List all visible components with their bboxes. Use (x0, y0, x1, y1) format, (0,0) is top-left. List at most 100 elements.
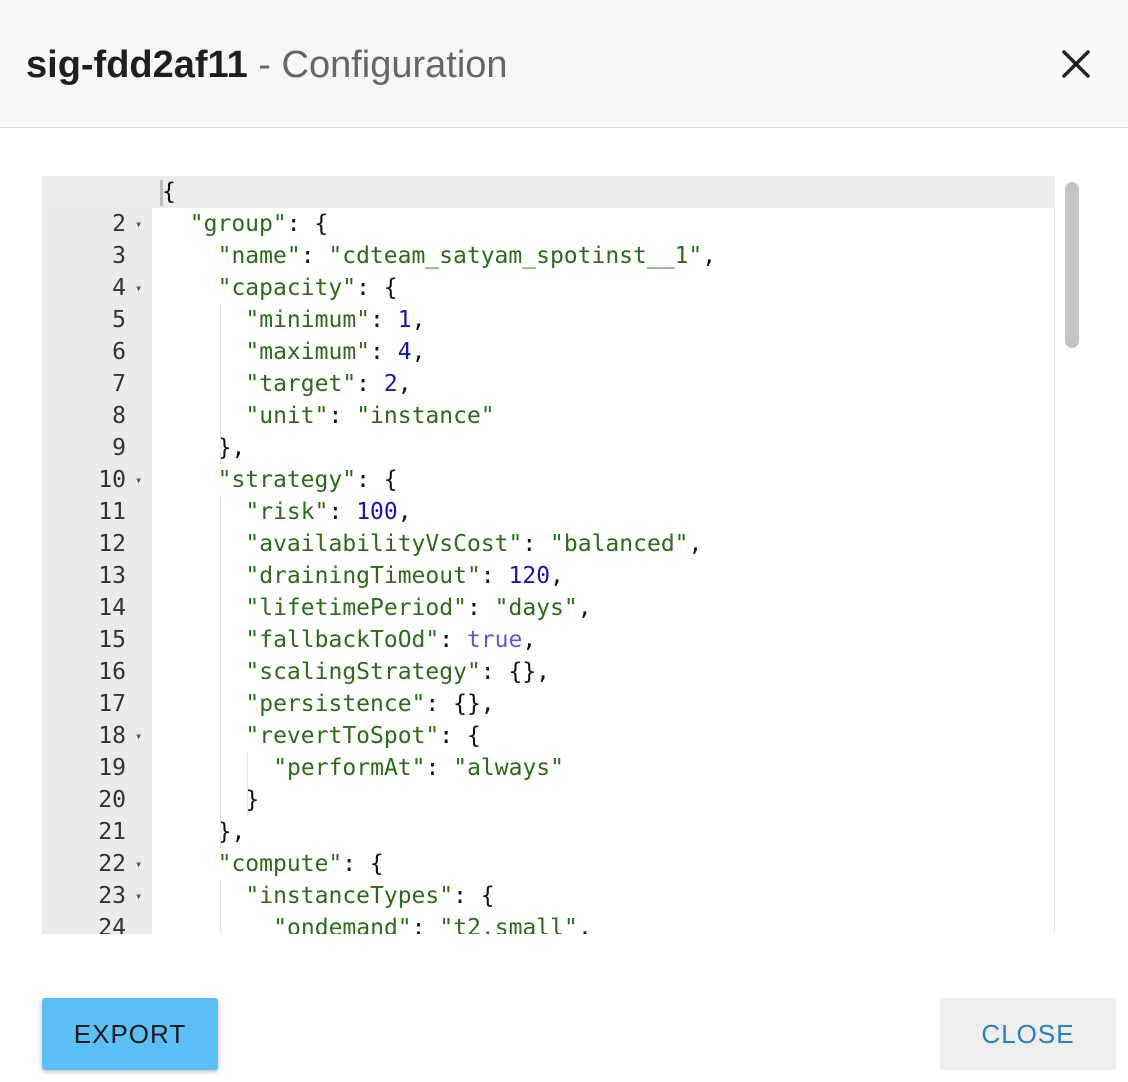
code-token: }, (217, 435, 246, 461)
code-token: : (522, 531, 551, 557)
code-token: : (439, 627, 467, 653)
line-number-label: 23 (98, 883, 126, 909)
line-number: 14 (42, 592, 152, 624)
code-line: "target": 2, (152, 368, 1054, 400)
code-token: : (356, 371, 384, 397)
fold-arrow-icon[interactable]: ▾ (135, 880, 142, 912)
code-token: , (577, 595, 592, 621)
code-token: , (688, 531, 703, 557)
code-token: 2 (383, 371, 398, 397)
code-token: "maximum" (245, 339, 371, 365)
code-line: "scalingStrategy": {}, (152, 656, 1054, 688)
code-line: "unit": "instance" (152, 400, 1054, 432)
code-token: "unit" (245, 403, 329, 429)
code-token: }, (217, 819, 246, 845)
code-token: "group" (189, 211, 287, 237)
line-number-label: 17 (98, 691, 126, 717)
code-token: { (162, 179, 176, 205)
indent-guide (247, 752, 249, 816)
line-number-label: 13 (98, 563, 126, 589)
fold-arrow-icon[interactable]: ▾ (135, 848, 142, 880)
fold-arrow-icon[interactable]: ▾ (135, 720, 142, 752)
code-token: : { (286, 211, 329, 237)
line-number: 21 (42, 816, 152, 848)
line-number: 6 (42, 336, 152, 368)
title-separator: - (247, 44, 282, 86)
export-button[interactable]: EXPORT (42, 998, 218, 1070)
line-number: 20 (42, 784, 152, 816)
line-number: 18 ▾ (42, 720, 152, 752)
text-cursor (160, 180, 163, 206)
line-number: 10 ▾ (42, 464, 152, 496)
vertical-scrollbar[interactable] (1054, 176, 1084, 934)
code-line: "name": "cdteam_satyam_spotinst__1", (152, 240, 1054, 272)
code-token: "name" (217, 243, 301, 269)
line-number-label: 12 (98, 531, 126, 557)
line-number-label: 24 (98, 915, 126, 934)
code-line: { (152, 176, 1054, 208)
code-token: : {}, (480, 659, 551, 685)
signal-id: sig-fdd2af11 (26, 44, 248, 86)
indent-guide (219, 880, 221, 934)
fold-arrow-icon[interactable]: ▾ (135, 208, 142, 240)
line-number-label: 5 (112, 307, 126, 333)
code-line: "persistence": {}, (152, 688, 1054, 720)
line-number-label: 15 (98, 627, 126, 653)
line-number-label: 21 (98, 819, 126, 845)
line-number: 23 ▾ (42, 880, 152, 912)
code-token: : {}, (425, 691, 495, 717)
code-token: "performAt" (273, 755, 426, 781)
line-number: 22 ▾ (42, 848, 152, 880)
code-token: "strategy" (217, 467, 357, 493)
line-number-label: 7 (112, 371, 126, 397)
line-number-label: 18 (98, 723, 126, 749)
code-line: "revertToSpot": { (152, 720, 1054, 752)
code-token: , (522, 627, 537, 653)
fold-arrow-icon[interactable]: ▾ (135, 272, 142, 304)
close-button[interactable]: CLOSE (940, 998, 1116, 1070)
code-line: }, (152, 816, 1054, 848)
code-token: , (550, 563, 564, 589)
code-token: , (411, 307, 426, 333)
code-line: "group": { (152, 208, 1054, 240)
code-token: "drainingTimeout" (245, 563, 481, 589)
code-token: , (397, 499, 412, 525)
code-token: : { (439, 723, 481, 749)
indent-guide (219, 304, 221, 464)
code-line: "drainingTimeout": 120, (152, 560, 1054, 592)
line-number: 5 (42, 304, 152, 336)
code-token: true (466, 627, 523, 653)
line-number-label: 2 (112, 211, 126, 237)
scrollbar-thumb[interactable] (1065, 182, 1079, 348)
json-editor[interactable]: 1▾2▾34▾5678910▾1112131415161718▾19202122… (42, 176, 1084, 934)
code-token: 120 (508, 563, 551, 589)
code-line: "fallbackToOd": true, (152, 624, 1054, 656)
fold-arrow-icon[interactable]: ▾ (135, 464, 142, 496)
code-area[interactable]: {"group": {"name": "cdteam_satyam_spotin… (152, 176, 1054, 934)
line-number-label: 16 (98, 659, 126, 685)
code-token: "ondemand" (273, 915, 412, 934)
line-number-label: 9 (112, 435, 126, 461)
line-number: 24 (42, 912, 152, 934)
line-number: 3 (42, 240, 152, 272)
code-token: "compute" (217, 851, 343, 877)
code-token: : (480, 563, 509, 589)
code-token: "instance" (356, 403, 495, 429)
code-token: , (577, 915, 592, 934)
code-token: : (328, 403, 357, 429)
line-number-label: 4 (112, 275, 126, 301)
line-number: 12 (42, 528, 152, 560)
code-token: "cdteam_satyam_spotinst__1" (328, 243, 703, 269)
code-token: "minimum" (245, 307, 371, 333)
line-number-label: 22 (98, 851, 126, 877)
code-token: : (370, 339, 398, 365)
code-token: : { (356, 275, 398, 301)
code-token: , (397, 371, 412, 397)
indent-guide (219, 496, 221, 848)
close-icon[interactable] (1056, 44, 1096, 84)
code-token: : { (356, 467, 398, 493)
line-number-label: 10 (98, 467, 126, 493)
line-number: 11 (42, 496, 152, 528)
code-token: "persistence" (245, 691, 426, 717)
line-number: 4 ▾ (42, 272, 152, 304)
